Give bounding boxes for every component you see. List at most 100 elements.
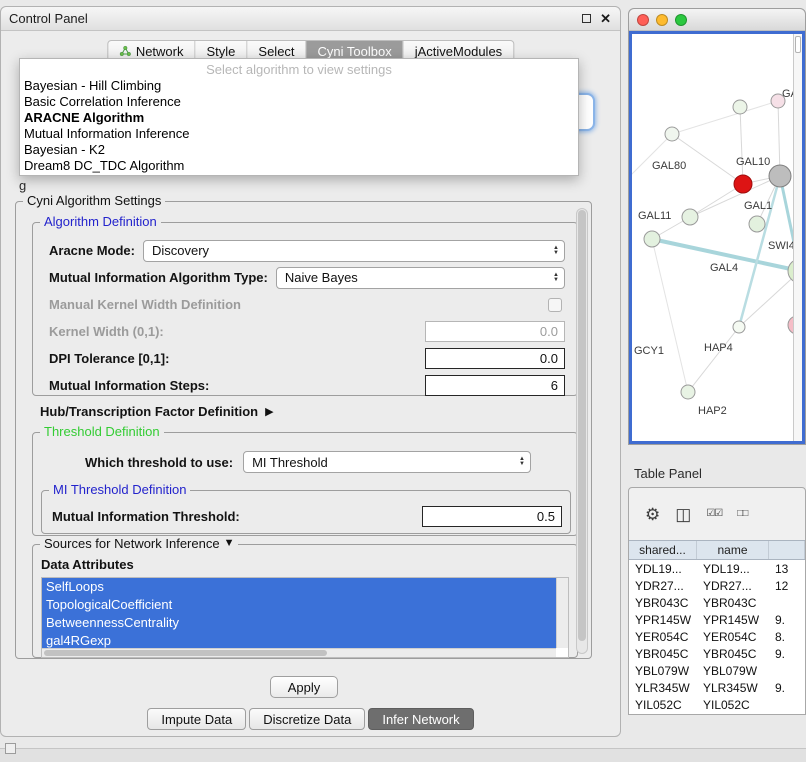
deselect-all-icon[interactable]: □□ (737, 509, 747, 519)
node-label: GAL4 (710, 262, 738, 274)
desktop: Control Panel ✕ Network Style (0, 0, 806, 762)
column-header-shared-name[interactable]: shared... (629, 541, 697, 559)
window-title: Control Panel (1, 11, 88, 26)
mi-type-select[interactable]: Naive Bayes ▲▼ (276, 267, 565, 289)
node-label: GAL1 (744, 200, 772, 212)
column-header-name[interactable]: name (697, 541, 769, 559)
status-bar (0, 748, 806, 762)
mi-threshold-definition-legend-text: MI Threshold Definition (53, 482, 186, 497)
network-node[interactable] (644, 231, 660, 247)
mi-steps-label: Mutual Information Steps: (49, 378, 209, 393)
network-node[interactable] (682, 209, 698, 225)
mi-type-value: Naive Bayes (285, 270, 358, 285)
network-window-titlebar[interactable] (629, 9, 805, 31)
algorithm-option-selected[interactable]: ARACNE Algorithm (20, 110, 578, 126)
mi-steps-row: Mutual Information Steps: 6 (49, 375, 565, 396)
algorithm-option[interactable]: Bayesian - K2 (20, 142, 578, 158)
apply-button[interactable]: Apply (270, 676, 338, 698)
network-edge[interactable] (688, 327, 739, 392)
columns-icon[interactable]: ◫ (675, 506, 691, 523)
attribute-item-selected[interactable]: BetweennessCentrality (42, 614, 556, 632)
algorithm-option[interactable]: Mutual Information Inference (20, 126, 578, 142)
control-panel-titlebar[interactable]: Control Panel ✕ (1, 7, 620, 31)
table-row[interactable]: YBR043CYBR043C (629, 594, 805, 611)
table-row[interactable]: YER054CYER054C8. (629, 628, 805, 645)
threshold-definition-legend: Threshold Definition (40, 424, 164, 439)
algorithm-option[interactable]: Dream8 DC_TDC Algorithm (20, 158, 578, 174)
network-edge[interactable] (740, 107, 743, 184)
mi-threshold-definition-legend: MI Threshold Definition (49, 482, 190, 497)
attribute-item-selected[interactable]: SelfLoops (42, 578, 556, 596)
table-row[interactable]: YDL19...YDL19...13 (629, 560, 805, 577)
settings-scrollbar[interactable] (576, 208, 588, 654)
scrollbar-thumb[interactable] (578, 210, 586, 641)
network-view-window: GALGAL80GAL10GAL11GAL1SWI4GAL4GCY1HAP4HA… (628, 8, 806, 445)
manual-kernel-row: Manual Kernel Width Definition (49, 294, 565, 315)
attribute-list-horizontal-scrollbar[interactable] (42, 648, 556, 657)
table-row[interactable]: YLR345WYLR345W9. (629, 679, 805, 696)
table-row[interactable]: YIL052CYIL052C (629, 696, 805, 713)
which-threshold-select[interactable]: MI Threshold ▲▼ (243, 451, 531, 473)
network-vertical-scrollbar[interactable] (793, 34, 802, 441)
network-node[interactable] (769, 165, 791, 187)
threshold-definition-group: Threshold Definition Which threshold to … (32, 432, 578, 536)
sources-legend[interactable]: Sources for Network Inference ▼ (40, 536, 238, 551)
table-row[interactable]: YDR27...YDR27...12 (629, 577, 805, 594)
network-node[interactable] (681, 385, 695, 399)
gear-icon[interactable]: ⚙ (645, 506, 660, 523)
table-row[interactable]: YBR045CYBR045C9. (629, 645, 805, 662)
network-node[interactable] (749, 216, 765, 232)
mi-type-row: Mutual Information Algorithm Type: Naive… (49, 267, 565, 288)
scrollbar-thumb[interactable] (44, 650, 327, 656)
tab-discretize-data[interactable]: Discretize Data (249, 708, 365, 730)
network-node[interactable] (734, 175, 752, 193)
panel-grip[interactable] (5, 743, 16, 754)
attribute-list-vertical-scrollbar[interactable] (556, 578, 568, 648)
dpi-tolerance-field[interactable]: 0.0 (425, 348, 565, 369)
aracne-mode-select[interactable]: Discovery ▲▼ (143, 240, 565, 262)
scrollbar-thumb[interactable] (795, 36, 801, 53)
tab-label: Network (136, 44, 184, 59)
mi-type-label: Mutual Information Algorithm Type: (49, 270, 268, 285)
expanded-arrow-icon[interactable]: ▼ (224, 536, 235, 551)
which-threshold-value: MI Threshold (252, 455, 328, 470)
node-label: GAL11 (638, 210, 671, 222)
table-row[interactable]: YBL079WYBL079W (629, 662, 805, 679)
table-row[interactable]: YPR145WYPR145W9. (629, 611, 805, 628)
close-traffic-light[interactable] (637, 14, 649, 26)
tab-label: jActiveModules (415, 44, 502, 59)
aracne-mode-value: Discovery (152, 243, 209, 258)
node-label: GCY1 (634, 345, 664, 357)
aracne-mode-label: Aracne Mode: (49, 243, 135, 258)
network-edge[interactable] (652, 239, 688, 392)
mi-threshold-field[interactable]: 0.5 (422, 506, 562, 527)
network-node[interactable] (733, 100, 747, 114)
collapsed-arrow-icon[interactable]: ▶ (265, 405, 273, 418)
tab-impute-data[interactable]: Impute Data (147, 708, 246, 730)
float-window-icon[interactable] (582, 14, 591, 23)
zoom-traffic-light[interactable] (675, 14, 687, 26)
network-canvas[interactable]: GALGAL80GAL10GAL11GAL1SWI4GAL4GCY1HAP4HA… (629, 31, 805, 444)
threshold-definition-legend-text: Threshold Definition (44, 424, 160, 439)
algorithm-option[interactable]: Basic Correlation Inference (20, 94, 578, 110)
hidden-text-fragment: g (19, 178, 26, 193)
close-window-icon[interactable]: ✕ (600, 13, 611, 25)
hub-definition-toggle[interactable]: Hub/Transcription Factor Definition ▶ (40, 404, 274, 419)
combo-stepper-icon: ▲▼ (545, 273, 559, 283)
popup-placeholder: Select algorithm to view settings (20, 62, 578, 78)
data-attributes-list: SelfLoops TopologicalCoefficient Between… (41, 577, 569, 658)
algorithm-option[interactable]: Bayesian - Hill Climbing (20, 78, 578, 94)
which-threshold-row: Which threshold to use: MI Threshold ▲▼ (33, 451, 531, 473)
network-node[interactable] (733, 321, 745, 333)
algorithm-dropdown-popup: Select algorithm to view settings Bayesi… (19, 58, 579, 176)
column-header-clipped[interactable] (769, 541, 805, 559)
network-node[interactable] (665, 127, 679, 141)
control-panel-window: Control Panel ✕ Network Style (0, 6, 621, 737)
tab-infer-network[interactable]: Infer Network (368, 708, 473, 730)
network-edge[interactable] (672, 101, 778, 134)
select-all-icon[interactable]: ☑☑ (706, 509, 722, 519)
mi-steps-field[interactable]: 6 (425, 375, 565, 396)
network-edge[interactable] (672, 134, 743, 184)
minimize-traffic-light[interactable] (656, 14, 668, 26)
attribute-item-selected[interactable]: TopologicalCoefficient (42, 596, 556, 614)
